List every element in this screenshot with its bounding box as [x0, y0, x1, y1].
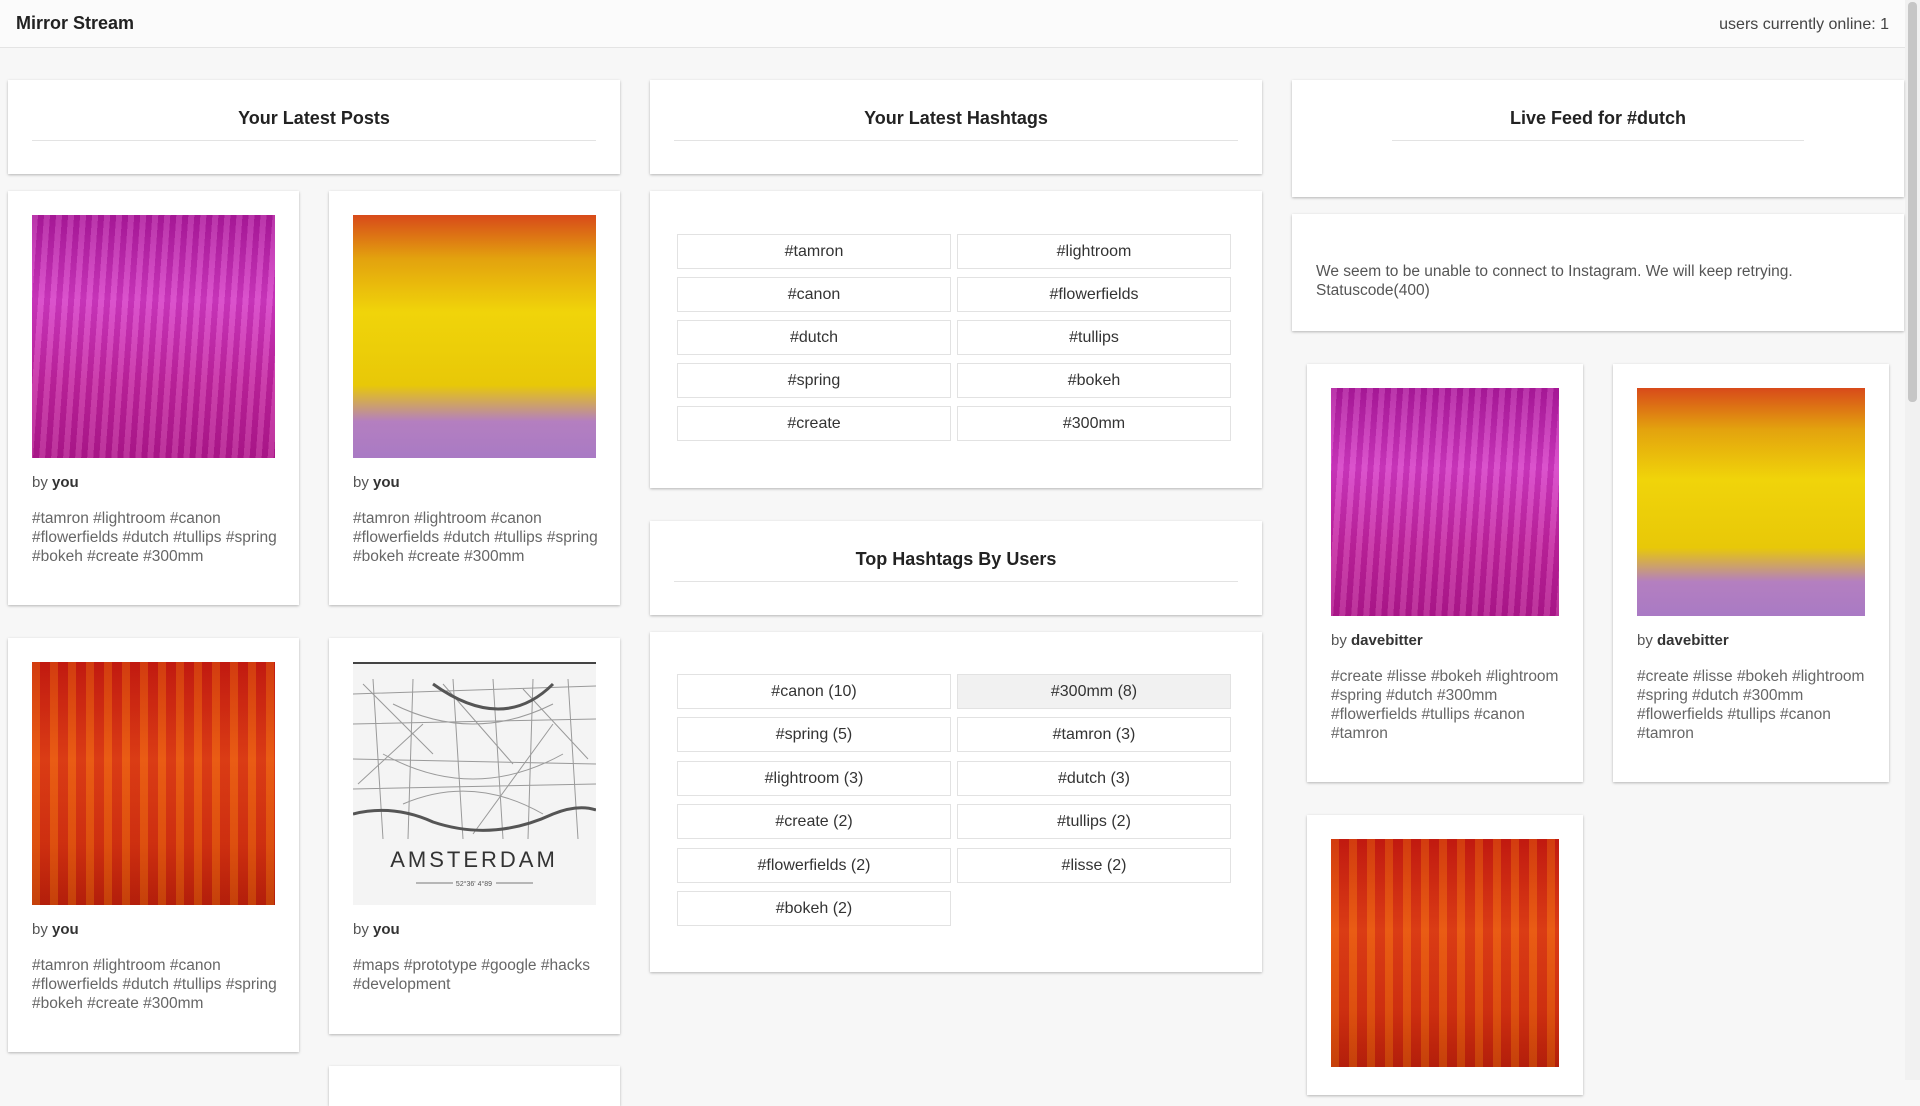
top-hashtag-chip[interactable]: #tullips (2) [957, 804, 1231, 839]
hashtag-chip[interactable]: #canon [677, 277, 951, 312]
top-hashtag-chip[interactable]: #300mm (8) [957, 674, 1231, 709]
live-feed-title: Live Feed for #dutch [1392, 107, 1804, 141]
latest-hashtags-title: Your Latest Hashtags [674, 107, 1238, 141]
post-card[interactable]: AMSTERDAM 52°36' 4°89 by you #maps #prot… [329, 638, 620, 1034]
page-scrollbar[interactable] [1905, 0, 1920, 1080]
top-hashtag-chip[interactable]: #bokeh (2) [677, 891, 951, 926]
hashtag-chip[interactable]: #spring [677, 363, 951, 398]
post-card-partial[interactable] [329, 1066, 620, 1106]
hashtag-chip[interactable]: #tamron [677, 234, 951, 269]
top-hashtag-chip[interactable]: #canon (10) [677, 674, 951, 709]
post-image[interactable] [353, 215, 596, 458]
feed-author: by davebitter [1331, 632, 1423, 649]
post-card[interactable]: by you #tamron #lightroom #canon #flower… [8, 638, 299, 1052]
post-author: by you [353, 474, 400, 491]
feed-hashtags: #create #lisse #bokeh #lightroom #spring… [1637, 668, 1865, 742]
top-hashtags-title: Top Hashtags By Users [674, 548, 1238, 582]
scrollbar-thumb[interactable] [1908, 2, 1917, 402]
top-hashtag-chip[interactable]: #tamron (3) [957, 717, 1231, 752]
hashtag-chip[interactable]: #300mm [957, 406, 1231, 441]
hashtag-chip[interactable]: #flowerfields [957, 277, 1231, 312]
map-coordinates: 52°36' 4°89 [456, 880, 492, 888]
feed-image[interactable] [1331, 388, 1559, 616]
hashtag-chip[interactable]: #bokeh [957, 363, 1231, 398]
feed-image[interactable] [1331, 839, 1559, 1067]
post-author: by you [32, 921, 79, 938]
post-author: by you [353, 921, 400, 938]
latest-hashtags-card: #tamron #lightroom #canon #flowerfields … [650, 191, 1262, 488]
post-hashtags: #tamron #lightroom #canon #flowerfields … [32, 957, 277, 1012]
top-bar: Mirror Stream users currently online: 1 [0, 0, 1905, 48]
feed-card[interactable]: by davebitter #create #lisse #bokeh #lig… [1613, 364, 1889, 782]
live-feed-header: Live Feed for #dutch [1292, 80, 1904, 197]
feed-hashtags: #create #lisse #bokeh #lightroom #spring… [1331, 668, 1559, 742]
top-hashtag-chip[interactable]: #spring (5) [677, 717, 951, 752]
top-hashtag-chip[interactable]: #flowerfields (2) [677, 848, 951, 883]
post-card[interactable]: by you #tamron #lightroom #canon #flower… [8, 191, 299, 605]
hashtag-chip[interactable]: #lightroom [957, 234, 1231, 269]
connection-error-card: We seem to be unable to connect to Insta… [1292, 214, 1904, 331]
hashtag-chip[interactable]: #tullips [957, 320, 1231, 355]
post-author: by you [32, 474, 79, 491]
feed-card-partial[interactable] [1307, 815, 1583, 1095]
latest-posts-header: Your Latest Posts [8, 80, 620, 174]
post-card[interactable]: by you #tamron #lightroom #canon #flower… [329, 191, 620, 605]
post-hashtags: #tamron #lightroom #canon #flowerfields … [353, 510, 598, 565]
post-image[interactable] [32, 662, 275, 905]
latest-hashtags-header: Your Latest Hashtags [650, 80, 1262, 174]
top-hashtags-card: #canon (10) #300mm (8) #spring (5) #tamr… [650, 632, 1262, 972]
feed-author: by davebitter [1637, 632, 1729, 649]
hashtag-chip[interactable]: #create [677, 406, 951, 441]
post-image[interactable] [32, 215, 275, 458]
feed-image[interactable] [1637, 388, 1865, 616]
top-hashtag-chip[interactable]: #lisse (2) [957, 848, 1231, 883]
top-hashtag-chip[interactable]: #create (2) [677, 804, 951, 839]
map-illustration: AMSTERDAM 52°36' 4°89 [353, 678, 596, 888]
top-hashtags-header: Top Hashtags By Users [650, 521, 1262, 615]
post-hashtags: #tamron #lightroom #canon #flowerfields … [32, 510, 277, 565]
connection-error-message: We seem to be unable to connect to Insta… [1316, 263, 1793, 299]
top-hashtag-chip[interactable]: #lightroom (3) [677, 761, 951, 796]
latest-posts-title: Your Latest Posts [32, 107, 596, 141]
top-hashtag-chip[interactable]: #dutch (3) [957, 761, 1231, 796]
feed-card[interactable]: by davebitter #create #lisse #bokeh #lig… [1307, 364, 1583, 782]
hashtag-chip[interactable]: #dutch [677, 320, 951, 355]
post-image[interactable]: AMSTERDAM 52°36' 4°89 [353, 662, 596, 905]
map-city-label: AMSTERDAM [390, 847, 558, 872]
post-hashtags: #maps #prototype #google #hacks #develop… [353, 957, 590, 993]
online-users-count: users currently online: 1 [1719, 16, 1889, 33]
app-title[interactable]: Mirror Stream [16, 13, 134, 34]
